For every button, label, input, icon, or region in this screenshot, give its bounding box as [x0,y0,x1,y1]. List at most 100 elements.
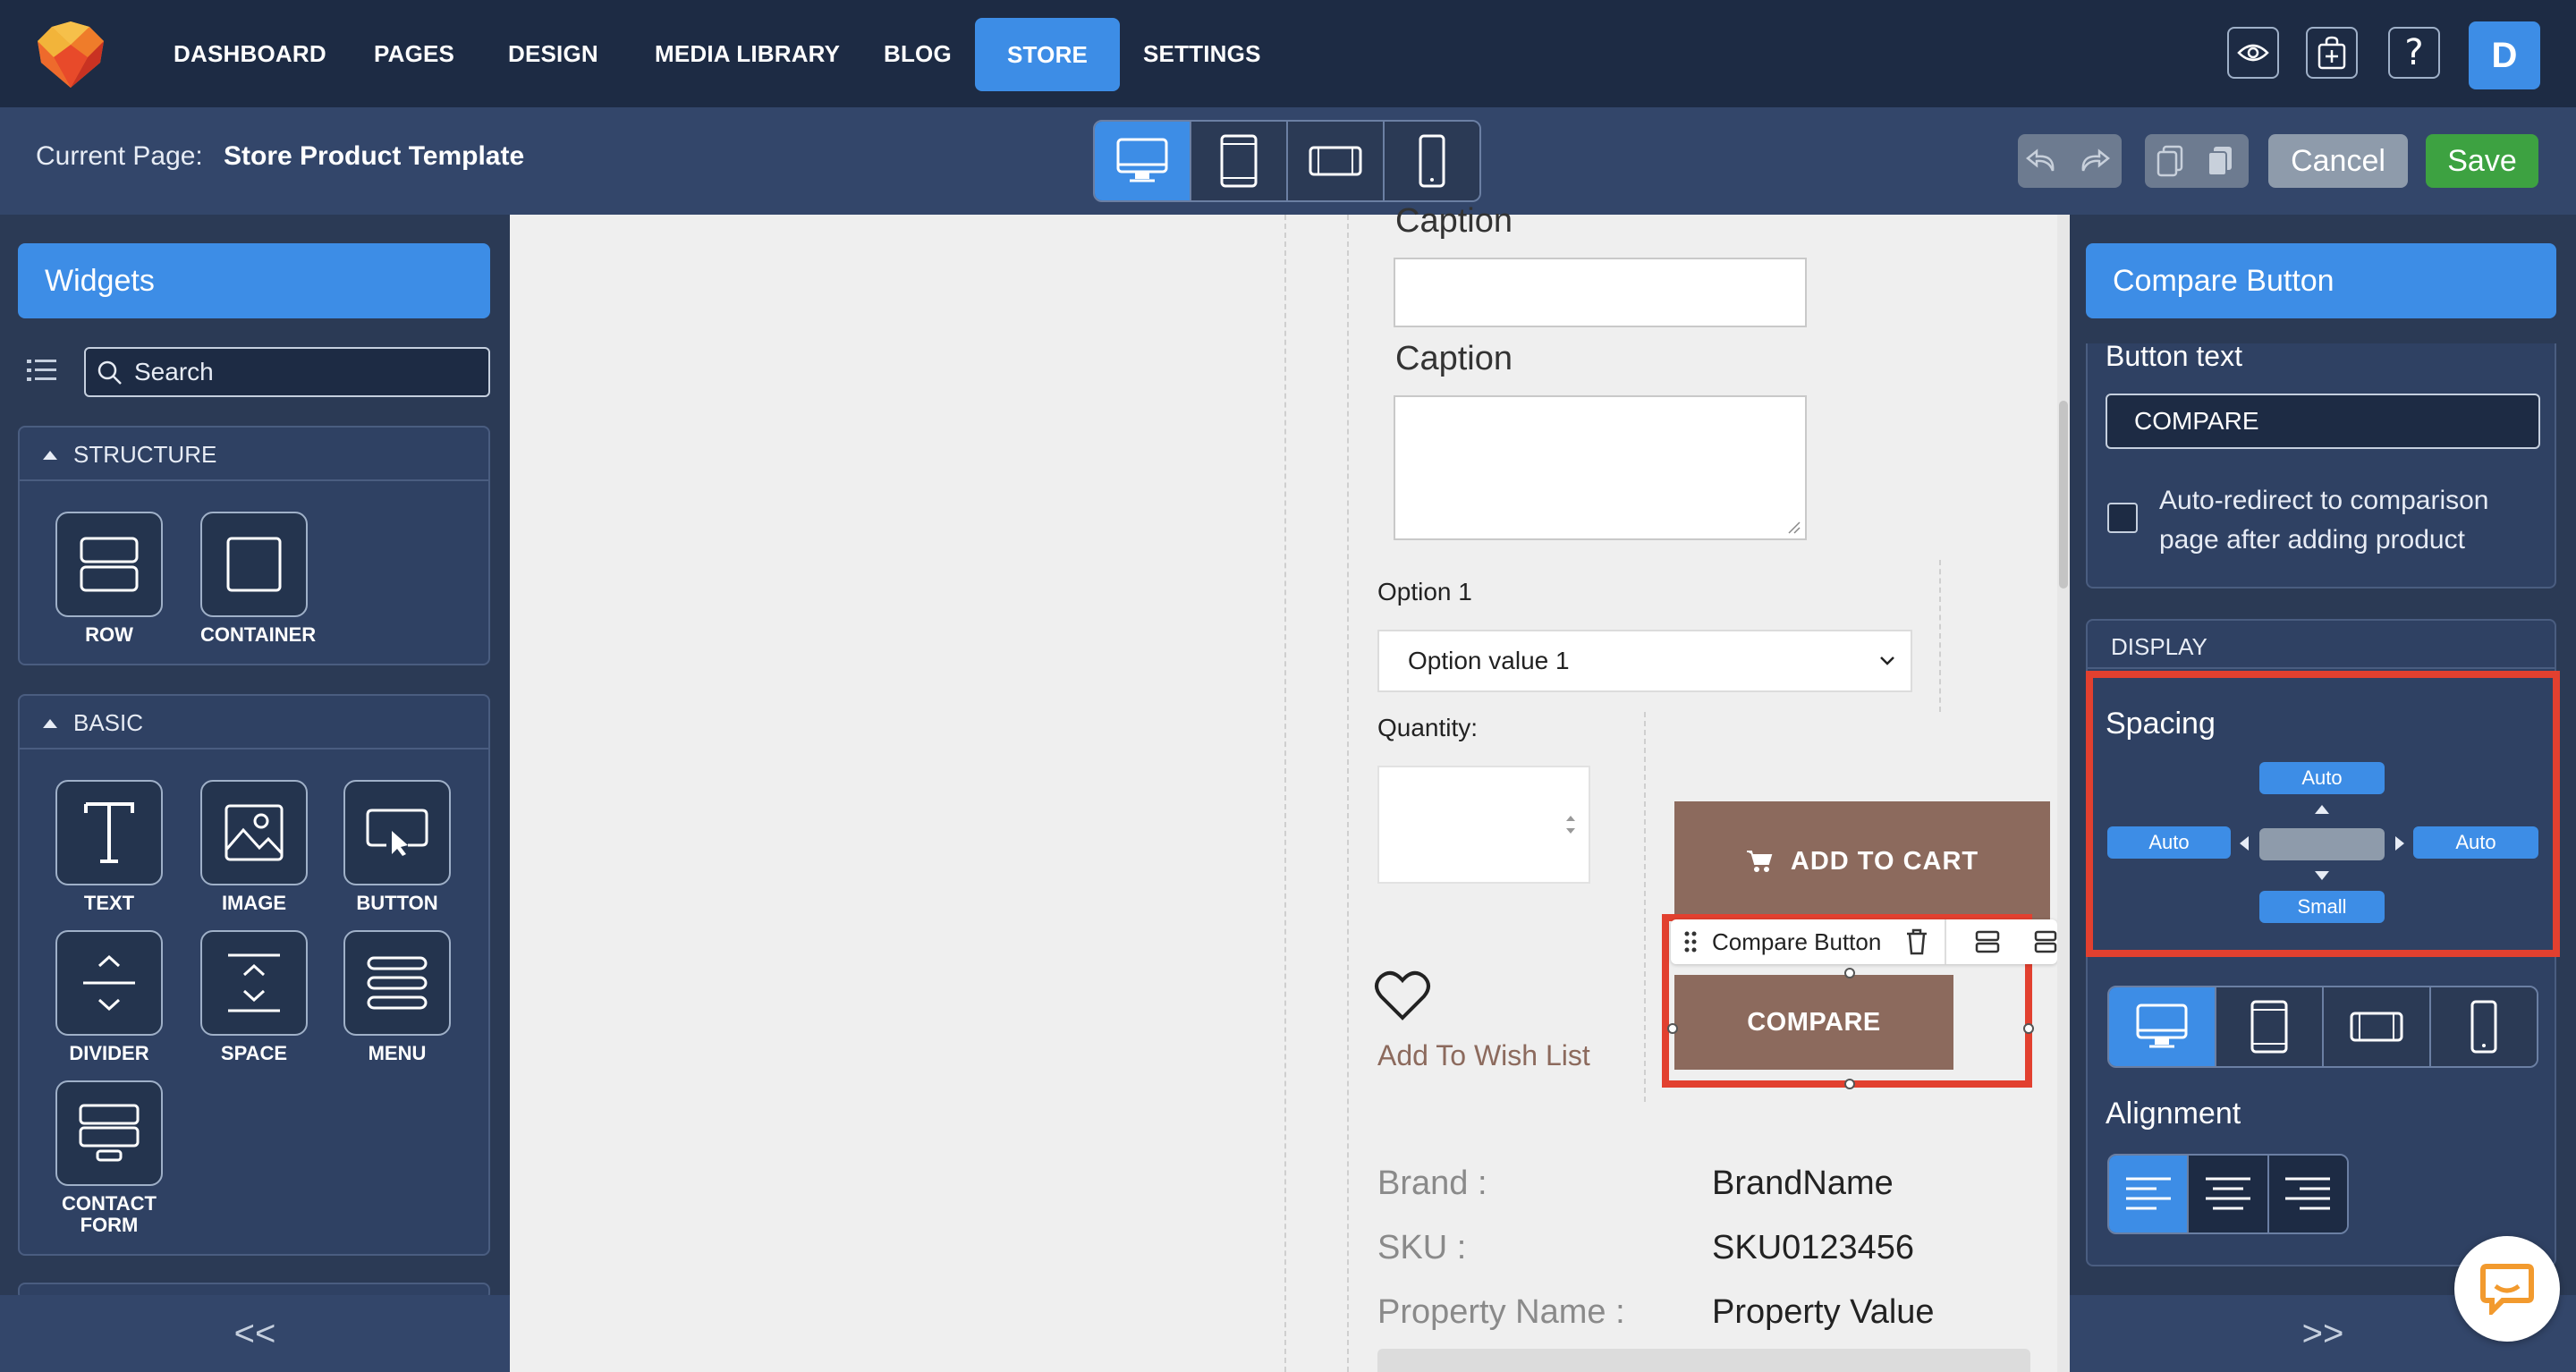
collapse-triangle-icon [43,451,57,460]
widget-container[interactable]: CONTAINER [200,512,316,646]
canvas-scrollbar[interactable] [2057,215,2070,1372]
element-toolbar: Compare Button [1671,919,2057,964]
drag-handle-icon[interactable] [1683,930,1698,953]
nav-pages[interactable]: PAGES [374,34,454,73]
auto-redirect-checkbox[interactable] [2107,503,2138,533]
tablet-view-button[interactable] [1191,122,1288,200]
current-page-value: Store Product Template [224,141,525,171]
display-tablet-landscape-button[interactable] [2324,987,2431,1066]
search-placeholder: Search [134,358,214,385]
tablet-landscape-view-button[interactable] [1288,122,1385,200]
collapse-left-panel-button[interactable]: << [0,1295,510,1372]
widget-text[interactable]: TEXT [55,780,163,914]
button-text-label: Button text [2106,340,2242,372]
undo-redo-group [2018,134,2122,188]
nav-store[interactable]: STORE [975,18,1121,91]
nav-blog[interactable]: BLOG [884,34,952,73]
structure-section-header[interactable]: STRUCTURE [20,428,488,481]
basic-section-header[interactable]: BASIC [20,696,488,750]
column-guide [1939,560,1941,712]
display-desktop-button[interactable] [2109,987,2216,1066]
user-avatar[interactable]: D [2469,21,2540,89]
undo-icon[interactable] [2018,134,2068,188]
column-layout-icon[interactable] [2034,930,2057,953]
copy-icon[interactable] [2145,134,2195,188]
spec-property-value: Property Value [1712,1293,1935,1331]
quantity-input[interactable] [1377,766,1590,884]
resize-grip-icon [1788,521,1801,534]
redo-icon[interactable] [2068,134,2118,188]
button-text-input[interactable]: COMPARE [2106,394,2540,449]
spacing-left-button[interactable]: Auto [2107,826,2231,859]
caption-input[interactable] [1394,258,1807,327]
add-to-cart-button[interactable]: ADD TO CART [1674,801,2050,921]
chat-support-button[interactable] [2454,1236,2560,1342]
nav-dashboard[interactable]: DASHBOARD [174,34,326,73]
text-icon [84,802,134,863]
copy-paste-group [2145,134,2249,188]
section-divider [2086,667,2556,669]
mobile-icon [1419,134,1445,188]
resize-handle-left[interactable] [1667,1023,1678,1034]
mobile-view-button[interactable] [1385,122,1479,200]
tablet-landscape-icon [2350,1012,2403,1042]
widget-space[interactable]: SPACE [200,930,308,1064]
display-section-title: DISPLAY [2111,633,2207,660]
contact-form-icon [79,1104,140,1162]
app-logo[interactable] [34,18,107,89]
preview-eye-icon[interactable] [2227,27,2279,79]
canvas-scrollbar-thumb[interactable] [2059,401,2068,589]
toolbar-element-name: Compare Button [1712,928,1882,955]
alignment-group [2107,1154,2349,1234]
resize-handle-bottom[interactable] [1844,1079,1855,1089]
widget-contact-form[interactable]: CONTACT FORM [55,1080,163,1236]
cart-icon [1746,851,1773,872]
add-to-wish-list-link[interactable]: Add To Wish List [1377,1039,1590,1072]
option-label: Option 1 [1377,578,1472,606]
arrow-right-icon [2395,836,2404,851]
resize-handle-top[interactable] [1844,968,1855,978]
heart-icon[interactable] [1374,970,1431,1021]
container-icon [226,537,282,592]
tablet-landscape-icon [1309,146,1362,176]
nav-design[interactable]: DESIGN [508,34,598,73]
widget-row[interactable]: ROW [55,512,163,646]
arrow-left-icon [2240,836,2249,851]
resize-handle-right[interactable] [2023,1023,2034,1034]
align-right-button[interactable] [2268,1156,2347,1232]
arrow-up-icon [2315,805,2329,814]
collapse-triangle-icon [43,719,57,728]
option-select[interactable]: Option value 1 [1377,630,1912,692]
trash-icon[interactable] [1905,928,1928,955]
align-left-button[interactable] [2109,1156,2190,1232]
alignment-label: Alignment [2106,1097,2241,1131]
widget-menu[interactable]: MENU [343,930,451,1064]
caption-textarea[interactable] [1394,395,1807,540]
spacing-bottom-button[interactable]: Small [2259,891,2385,923]
align-right-icon [2285,1177,2331,1210]
button-icon [366,809,428,856]
row-layout-icon[interactable] [1975,930,2000,953]
spacing-top-button[interactable]: Auto [2259,762,2385,794]
widget-image[interactable]: IMAGE [200,780,308,914]
nav-settings[interactable]: SETTINGS [1143,34,1261,73]
list-view-icon[interactable] [27,358,57,383]
row-icon [80,537,139,592]
widget-divider[interactable]: DIVIDER [55,930,163,1064]
spacing-label: Spacing [2106,707,2216,741]
cancel-button[interactable]: Cancel [2268,134,2408,188]
spacing-right-button[interactable]: Auto [2413,826,2538,859]
paste-icon[interactable] [2195,134,2245,188]
search-icon [97,360,122,385]
display-mobile-button[interactable] [2431,987,2537,1066]
desktop-view-button[interactable] [1095,122,1191,200]
widget-button[interactable]: BUTTON [343,780,451,914]
tablet-icon [1220,134,1258,188]
nav-media-library[interactable]: MEDIA LIBRARY [655,34,840,73]
display-tablet-button[interactable] [2216,987,2324,1066]
help-question-icon[interactable]: ? [2388,27,2440,79]
save-button[interactable]: Save [2426,134,2538,188]
next-block-edge [1377,1349,2030,1372]
store-bag-icon[interactable] [2306,27,2358,79]
align-center-button[interactable] [2189,1156,2269,1232]
